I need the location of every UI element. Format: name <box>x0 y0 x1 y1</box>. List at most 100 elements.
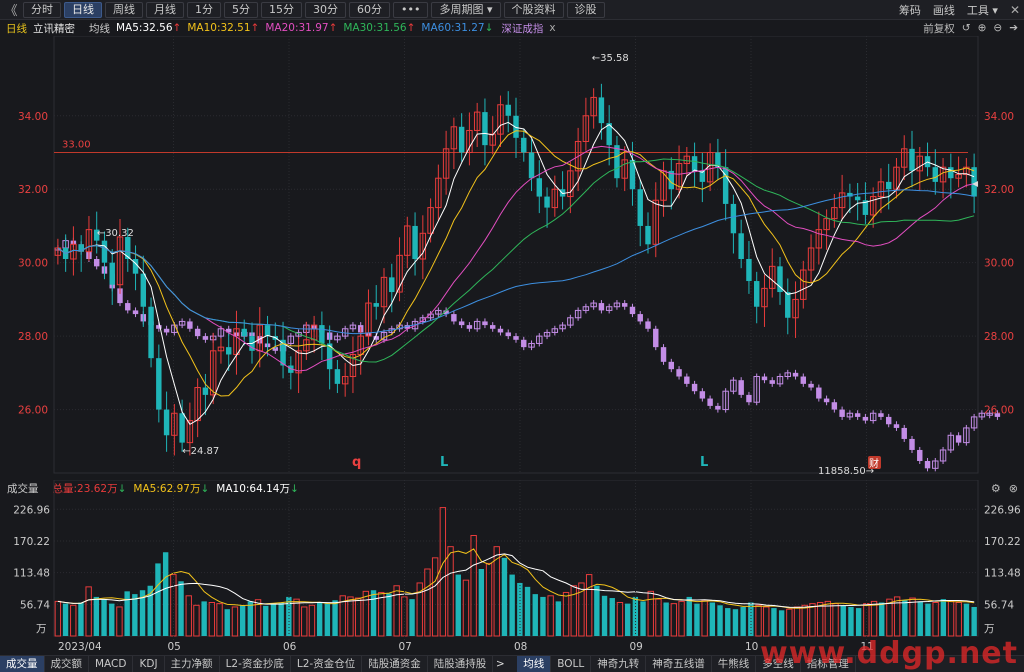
volume-bar <box>524 586 531 636</box>
period-button[interactable]: 1分 <box>187 1 221 18</box>
volume-bar <box>462 579 470 637</box>
indicator-tab[interactable]: 成交量 <box>0 656 45 672</box>
candle-body <box>319 325 325 344</box>
overlay-tab[interactable]: BOLL <box>551 656 592 672</box>
more-button[interactable]: ••• <box>393 1 429 18</box>
chips-button[interactable]: 筹码 <box>899 2 921 18</box>
index-candle <box>676 369 682 377</box>
index-candle <box>451 314 457 322</box>
y-tick-label-right: 34.00 <box>984 111 1014 123</box>
period-button[interactable]: 分时 <box>23 1 61 18</box>
index-candle <box>466 325 473 329</box>
adjust-button[interactable]: 前复权 <box>923 21 955 36</box>
indicator-tab[interactable]: 成交额 <box>45 656 89 672</box>
index-overlay-close[interactable]: x <box>549 22 555 34</box>
tabs-more-icon[interactable]: > <box>493 656 507 672</box>
stock-name: 立讯精密 <box>33 22 75 35</box>
indicator-tab[interactable]: MACD <box>89 656 134 672</box>
index-candle <box>738 380 744 395</box>
volume-bar <box>378 591 385 637</box>
period-button[interactable]: 60分 <box>349 1 390 18</box>
multi-period-button[interactable]: 多周期图 ▾ <box>431 1 501 18</box>
back-icon[interactable]: 《 <box>2 0 20 19</box>
overlay-tab[interactable]: 均线 <box>517 656 552 672</box>
arrow-right-icon[interactable]: ➔ <box>1009 22 1018 34</box>
volume-bar <box>316 602 323 636</box>
overlay-tab[interactable]: 牛熊线 <box>712 656 757 672</box>
volume-bar <box>116 606 123 637</box>
indicator-tab[interactable]: L2-资金仓位 <box>291 656 363 672</box>
volume-chart[interactable]: 226.96 226.96 170.22 170.22 113.48 113.48 56.7… <box>0 480 1024 654</box>
overlay-tab[interactable]: 神奇五线谱 <box>646 656 712 672</box>
volume-bar <box>109 603 115 636</box>
overlay-tab[interactable]: 神奇九转 <box>591 656 647 672</box>
index-candle <box>816 387 822 399</box>
start-price-label: ←30.32 <box>97 228 134 239</box>
candle-body <box>458 126 465 153</box>
volume-bar <box>786 608 793 637</box>
period-button[interactable]: 月线 <box>146 1 184 18</box>
period-button[interactable]: 30分 <box>305 1 346 18</box>
index-candle <box>482 321 488 326</box>
volume-bar <box>178 581 184 636</box>
volume-tick-right: 170.22 <box>984 536 1021 548</box>
index-candle <box>497 328 504 333</box>
index-candle <box>901 427 907 439</box>
volume-bar <box>855 608 862 636</box>
stock-info-button[interactable]: 个股资料 <box>503 1 564 18</box>
volume-tick-left: 113.48 <box>13 568 50 580</box>
y-tick-label-left: 32.00 <box>18 184 48 196</box>
candlestick-chart[interactable]: 34.00 34.00 32.00 32.00 30.00 30.00 28.00 28.00… <box>0 36 1024 474</box>
volume-bar <box>963 603 970 636</box>
volume-bar <box>778 610 785 636</box>
volume-bar <box>54 600 62 637</box>
index-candle <box>505 332 511 337</box>
volume-tick-left: 56.74 <box>20 599 50 611</box>
index-candle <box>202 336 209 340</box>
indicator-tab[interactable]: KDJ <box>133 656 165 672</box>
indicator-tab[interactable]: L2-资金抄底 <box>220 656 291 672</box>
candle-body <box>109 262 115 285</box>
volume-bar <box>771 608 777 636</box>
volume-bar <box>332 600 338 636</box>
period-label: 日线 <box>6 22 27 35</box>
candle-body <box>598 97 605 124</box>
indicator-tab[interactable]: 主力净额 <box>165 656 220 672</box>
ma-label[interactable]: 均线 <box>89 21 110 36</box>
zoom-in-icon[interactable]: ⊕ <box>978 22 987 34</box>
index-candle <box>629 306 636 315</box>
month-label: 07 <box>399 641 412 653</box>
candle-body <box>854 196 861 201</box>
indicator-tab[interactable]: 陆股通资金 <box>362 656 428 672</box>
period-button[interactable]: 日线 <box>64 1 102 18</box>
signal-mark: L <box>440 455 448 470</box>
index-overlay-label[interactable]: 深证成指 <box>501 21 543 36</box>
volume-bar <box>709 602 716 636</box>
draw-line-button[interactable]: 画线 <box>933 2 955 18</box>
volume-bar <box>601 595 608 636</box>
period-button[interactable]: 周线 <box>105 1 143 18</box>
high-price-label: ←35.58 <box>592 53 629 64</box>
zoom-out-icon[interactable]: ⊖ <box>993 22 1002 34</box>
candle-body <box>373 303 379 307</box>
period-button[interactable]: 5分 <box>224 1 258 18</box>
volume-bar <box>609 598 615 636</box>
index-candle <box>691 383 698 392</box>
reset-icon[interactable]: ↺ <box>962 22 971 34</box>
signal-mark: q <box>352 455 361 470</box>
volume-bar <box>694 603 700 636</box>
volume-bar <box>840 605 846 636</box>
index-candle <box>994 413 1001 417</box>
candle-body <box>148 306 154 359</box>
volume-tick-right: 56.74 <box>984 599 1014 611</box>
volume-bar <box>431 557 439 637</box>
period-button[interactable]: 15分 <box>261 1 302 18</box>
indicator-tab[interactable]: 陆股通持股 <box>428 656 494 672</box>
tools-button[interactable]: 工具 ▾ <box>967 2 998 18</box>
volume-bar <box>585 574 593 637</box>
close-icon[interactable]: ✕ <box>1010 3 1020 17</box>
diagnose-button[interactable]: 诊股 <box>566 1 605 18</box>
volume-bar <box>686 596 692 636</box>
candle-body <box>544 196 550 208</box>
index-candle <box>513 336 519 340</box>
